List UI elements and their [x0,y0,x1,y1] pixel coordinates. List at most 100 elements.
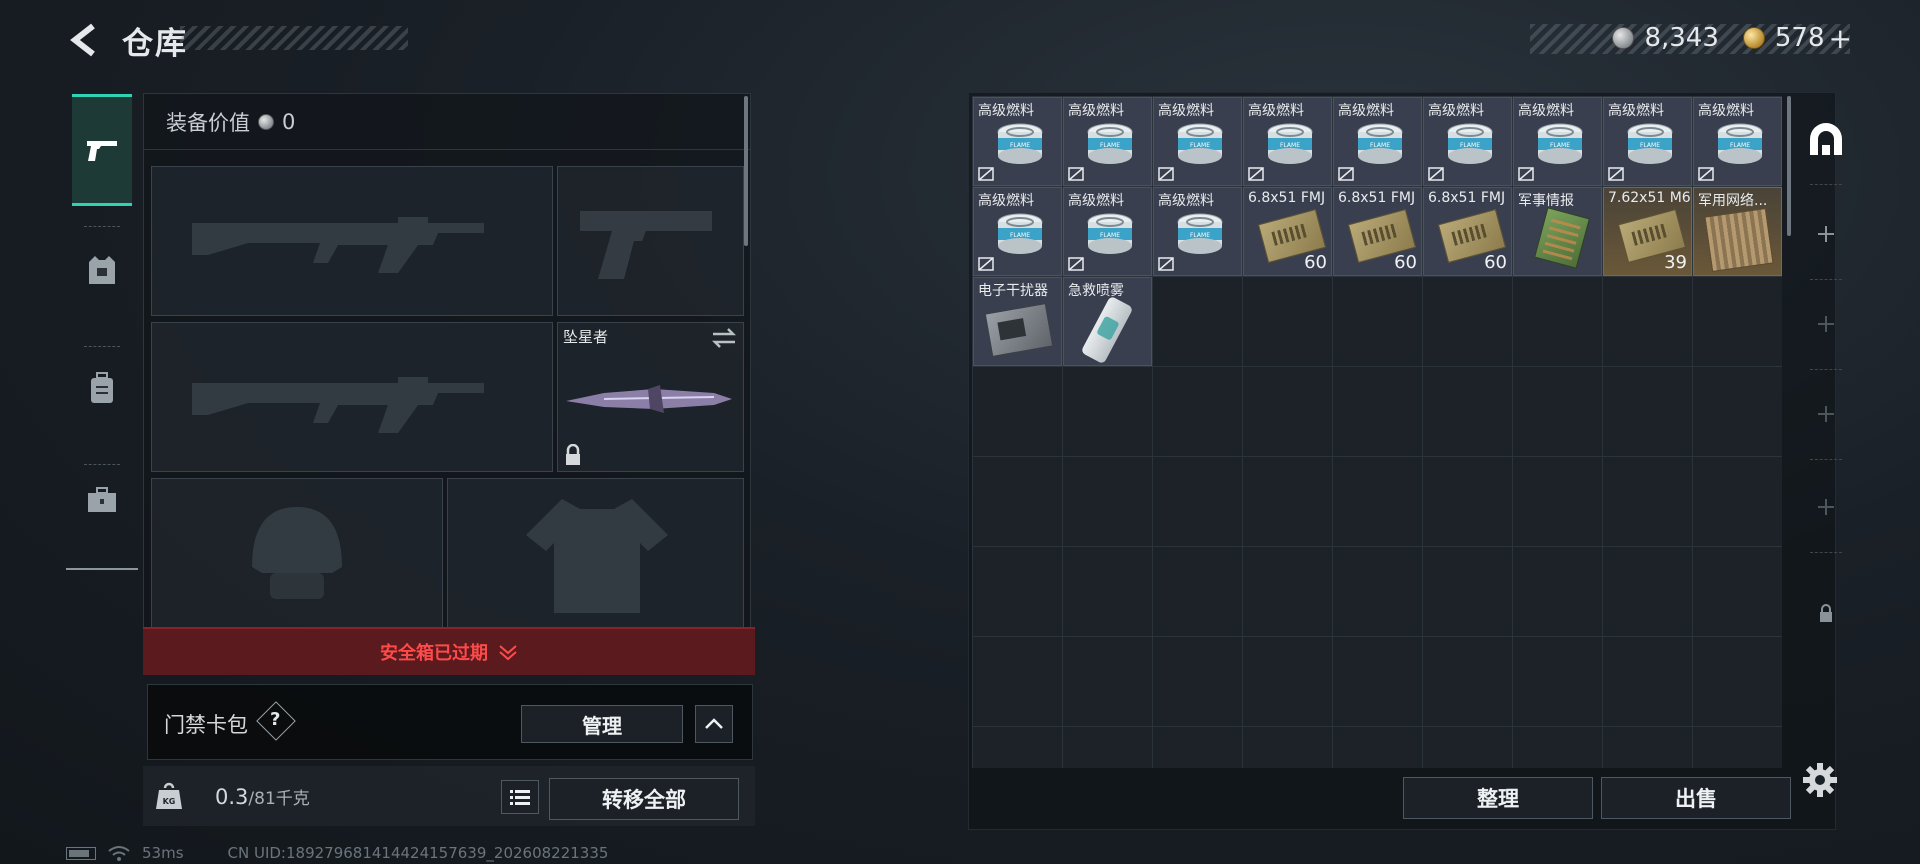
equipment-value-label: 装备价值 [166,110,250,135]
svg-text:FLAME: FLAME [1730,142,1750,149]
storage-item[interactable]: 军用网络... [1693,187,1782,276]
item-name: 高级燃料 [1068,193,1124,209]
nav-tab-backpack[interactable] [72,332,132,444]
svg-text:FLAME: FLAME [1100,232,1120,239]
sell-button[interactable]: 出售 [1601,777,1791,819]
settings-gear-icon[interactable] [1800,760,1840,800]
storage-item[interactable]: 急救喷雾 [1063,277,1152,366]
item-name: 军用网络... [1698,193,1768,209]
pistol-silhouette-icon [580,211,712,279]
storage-item[interactable]: FLAME 高级燃料 [1513,97,1602,186]
carry-weight-current: 0.3 [215,785,249,809]
body-armor-slot[interactable] [447,478,744,628]
no-sell-icon [978,257,994,271]
no-sell-icon [1518,167,1534,181]
nav-tab-armor[interactable] [72,214,132,326]
wifi-icon [108,846,130,861]
storage-item[interactable]: FLAME 高级燃料 [973,97,1062,186]
back-button[interactable] [60,18,110,62]
back-arrow-icon [70,23,95,57]
melee-slot[interactable]: 坠星者 [557,322,744,472]
storage-arch-icon [1810,123,1842,155]
fuel-can-icon: FLAME [1357,123,1403,164]
armor-silhouette-icon [526,499,668,613]
fuel-can-icon: FLAME [1447,123,1493,164]
add-storage-page-button[interactable] [1796,187,1856,281]
chevron-down-icon [499,645,517,661]
storage-item[interactable]: FLAME 高级燃料 [1333,97,1422,186]
sort-button[interactable]: 整理 [1403,777,1593,819]
item-name: 6.8x51 FMJ [1248,190,1326,206]
item-name: 6.8x51 FMJ [1338,190,1416,206]
equipment-scrollbar[interactable] [744,96,748,246]
storage-item[interactable]: 电子干扰器 [973,277,1062,366]
storage-item[interactable]: FLAME 高级燃料 [1423,97,1512,186]
storage-item[interactable]: 军事情报 [1513,187,1602,276]
swap-icon[interactable] [711,327,737,349]
fuel-can-icon: FLAME [997,123,1043,164]
item-name: 高级燃料 [1338,103,1394,119]
helmet-silhouette-icon [252,507,342,599]
nav-tab-toolkit[interactable] [72,444,132,556]
add-storage-page-button[interactable] [1796,367,1856,461]
pistol-slot[interactable] [557,166,744,316]
item-name: 高级燃料 [1698,103,1754,119]
storage-item[interactable]: 6.8x51 FMJ 60 [1333,187,1422,276]
storage-item[interactable]: FLAME 高级燃料 [973,187,1062,276]
storage-scrollbar[interactable] [1787,96,1791,236]
collapse-button[interactable] [695,705,733,743]
svg-text:FLAME: FLAME [1550,142,1570,149]
item-name: 高级燃料 [1518,103,1574,119]
svg-text:FLAME: FLAME [1100,142,1120,149]
fuel-can-icon: FLAME [1537,123,1583,164]
list-view-button[interactable] [501,780,539,814]
add-icon [1818,316,1834,332]
helmet-slot[interactable] [151,478,443,628]
no-sell-icon [1428,167,1444,181]
add-currency-button[interactable]: + [1829,22,1852,55]
locked-storage-page[interactable] [1796,566,1856,660]
no-sell-icon [978,167,994,181]
primary-weapon-slot-1[interactable] [151,166,553,316]
storage-item[interactable]: FLAME 高级燃料 [1153,187,1242,276]
add-storage-page-button[interactable] [1796,460,1856,554]
storage-item[interactable]: FLAME 高级燃料 [1063,187,1152,276]
no-sell-icon [1068,167,1084,181]
storage-page-tab[interactable] [1796,92,1856,186]
add-icon [1818,226,1834,242]
nav-tab-weapons[interactable] [72,94,132,206]
svg-text:FLAME: FLAME [1640,142,1660,149]
manage-button[interactable]: 管理 [521,705,683,743]
item-name: 高级燃料 [1068,103,1124,119]
item-name: 高级燃料 [1248,103,1304,119]
storage-item[interactable]: FLAME 高级燃料 [1153,97,1242,186]
storage-item[interactable]: 7.62x51 M62 39 [1603,187,1692,276]
storage-item[interactable]: 6.8x51 FMJ 60 [1423,187,1512,276]
lock-icon [566,444,580,465]
silver-amount: 8,343 [1644,23,1719,53]
fuel-can-icon: FLAME [1177,123,1223,164]
storage-item[interactable]: FLAME 高级燃料 [1063,97,1152,186]
storage-item[interactable]: 6.8x51 FMJ 60 [1243,187,1332,276]
svg-text:FLAME: FLAME [1280,142,1300,149]
item-name: 高级燃料 [1608,103,1664,119]
vest-icon [89,256,115,284]
currency-display: 8,343 578 + [1612,20,1852,56]
safe-box-expired-banner[interactable]: 安全箱已过期 [143,627,755,675]
storage-item[interactable]: FLAME 高级燃料 [1603,97,1692,186]
transfer-all-button[interactable]: 转移全部 [549,778,739,820]
add-storage-page-button[interactable] [1796,277,1856,371]
storage-item[interactable]: FLAME 高级燃料 [1693,97,1782,186]
svg-text:FLAME: FLAME [1460,142,1480,149]
tab-divider [1810,552,1842,553]
fuel-can-icon: FLAME [1717,123,1763,164]
item-count: 60 [1304,252,1327,273]
melee-name: 坠星者 [563,328,609,346]
item-name: 军事情报 [1518,193,1574,209]
storage-item[interactable]: FLAME 高级燃料 [1243,97,1332,186]
fuel-can-icon: FLAME [1087,213,1133,254]
item-name: 高级燃料 [1428,103,1484,119]
item-name: 7.62x51 M62 [1608,190,1692,206]
help-question-mark: ? [270,709,281,730]
primary-weapon-slot-2[interactable] [151,322,553,472]
